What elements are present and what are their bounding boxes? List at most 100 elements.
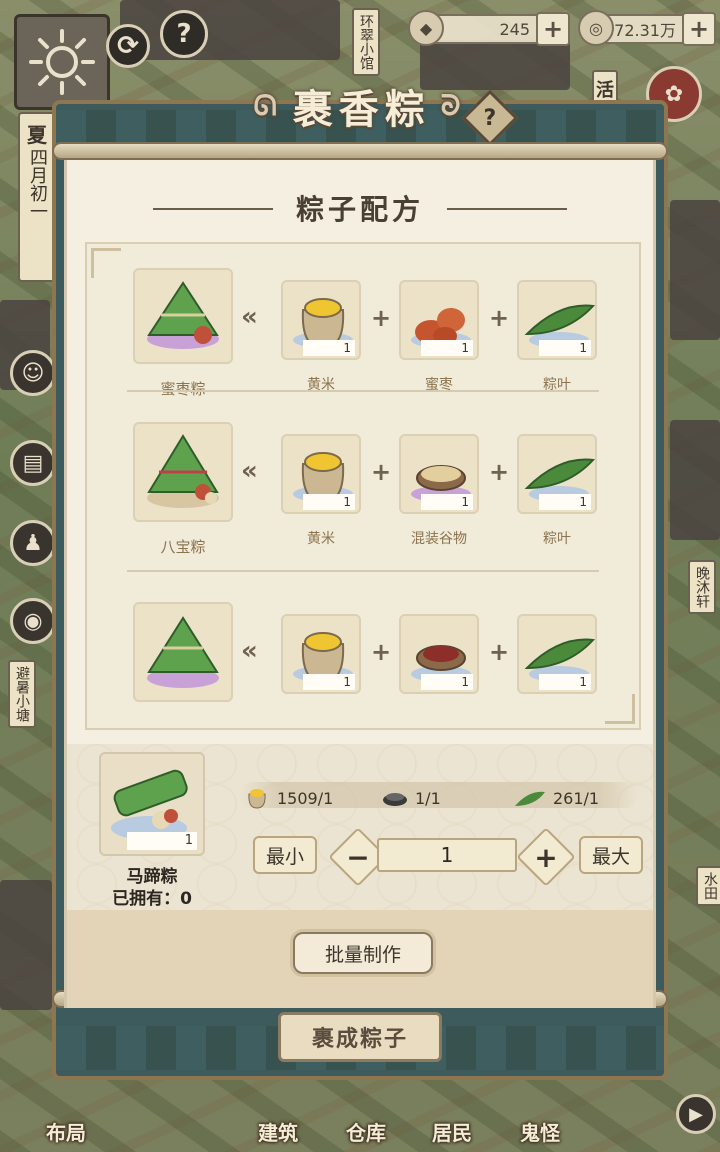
map-sign-right2: 水田 bbox=[696, 866, 720, 906]
recipe-row[interactable]: 蜜枣粽 « 1 黄米 + 1 蜜枣 + 1 粽叶 bbox=[87, 266, 639, 416]
material-value: 1/1 bbox=[415, 788, 441, 808]
scroll-icon: ▤ bbox=[22, 450, 44, 476]
leaf-icon bbox=[515, 791, 545, 806]
recipe-row[interactable]: 八宝粽 « 1 黄米 + 1 混装谷物 + 1 粽叶 bbox=[87, 420, 639, 570]
play-arrow-icon: ▶ bbox=[689, 1103, 703, 1125]
plus-icon: + bbox=[489, 458, 510, 486]
ingredient-slot[interactable]: 1 bbox=[399, 614, 479, 694]
roof bbox=[120, 0, 340, 60]
weather-button[interactable] bbox=[14, 14, 110, 110]
ingredient-count: 1 bbox=[539, 494, 591, 510]
plus-icon: + bbox=[534, 840, 558, 874]
ingredient-count: 1 bbox=[303, 494, 355, 510]
left-menu-button-3[interactable]: ♟ bbox=[10, 520, 56, 566]
add-silver-button[interactable]: + bbox=[536, 12, 570, 46]
batch-craft-button[interactable]: 批量制作 bbox=[293, 932, 433, 974]
minus-icon: − bbox=[346, 840, 370, 874]
season-date-panel: 夏 四月初一 bbox=[18, 112, 56, 282]
ingredient-count: 1 bbox=[303, 674, 355, 690]
material-value: 1509/1 bbox=[277, 788, 334, 808]
ingredient-slot[interactable]: 1 bbox=[281, 434, 361, 514]
silver-counter: ◆ 245 + bbox=[408, 10, 570, 46]
help-button[interactable]: ? bbox=[160, 10, 208, 58]
product-slot[interactable] bbox=[133, 422, 233, 522]
nav-layout[interactable]: 布局 bbox=[46, 1117, 86, 1146]
ingredient-slot[interactable]: 1 bbox=[399, 280, 479, 360]
material-item: 1509/1 bbox=[243, 784, 333, 812]
nav-ghosts[interactable]: 鬼怪 bbox=[520, 1117, 560, 1146]
recipe-paper: 粽子配方 蜜枣粽 « 1 黄米 + 1 蜜枣 + 1 粽叶 八宝粽 « 1 黄米… bbox=[64, 160, 656, 1008]
plus-icon: + bbox=[371, 304, 392, 332]
increase-quantity-button[interactable]: + bbox=[516, 827, 576, 887]
roof bbox=[670, 200, 720, 340]
scroll-rod-top bbox=[52, 142, 668, 160]
character-icon: ☺ bbox=[21, 360, 45, 386]
map-sign-left: 避暑小塘 bbox=[8, 660, 36, 728]
ingredient-slot[interactable]: 1 bbox=[399, 434, 479, 514]
stone-pot-icon bbox=[383, 793, 407, 806]
material-value: 261/1 bbox=[553, 788, 600, 808]
date-label: 四月初一 bbox=[27, 148, 48, 220]
min-quantity-button[interactable]: 最小 bbox=[253, 836, 317, 874]
nav-residents[interactable]: 居民 bbox=[432, 1117, 472, 1146]
material-item: 1/1 bbox=[381, 784, 441, 812]
zongzi-plain-icon bbox=[147, 616, 219, 688]
ingredient-count: 1 bbox=[539, 674, 591, 690]
recipe-row[interactable]: « 1 + 1 + 1 bbox=[87, 600, 639, 728]
quantity-input[interactable]: 1 bbox=[377, 838, 517, 872]
silver-value: 245 bbox=[499, 19, 530, 39]
section-title: 粽子配方 bbox=[67, 188, 653, 228]
plus-icon: + bbox=[371, 458, 392, 486]
wrap-zongzi-button[interactable]: 裹成粽子 bbox=[278, 1012, 442, 1062]
modal-footer: 批量制作 bbox=[67, 910, 653, 1008]
ingredient-name: 黄米 bbox=[307, 531, 335, 547]
refresh-button[interactable]: ⟳ bbox=[106, 24, 150, 68]
ingredient-name: 粽叶 bbox=[543, 531, 571, 547]
roof bbox=[0, 880, 52, 1010]
question-icon: ? bbox=[483, 105, 497, 131]
product-name: 八宝粽 bbox=[160, 538, 206, 556]
modal-title: 裹香粽 bbox=[292, 86, 431, 133]
ingredient-count: 1 bbox=[303, 340, 355, 356]
roof bbox=[670, 420, 720, 540]
product-slot[interactable] bbox=[133, 268, 233, 364]
ingredient-slot[interactable]: 1 bbox=[517, 434, 597, 514]
zongzi-eight-treasure-icon bbox=[147, 434, 219, 508]
event-icon: ✿ bbox=[664, 81, 684, 107]
ingredient-slot[interactable]: 1 bbox=[517, 280, 597, 360]
ingredient-slot[interactable]: 1 bbox=[517, 614, 597, 694]
ingredient-count: 1 bbox=[421, 674, 473, 690]
season-label: 夏 bbox=[27, 123, 47, 147]
ingredient-count: 1 bbox=[421, 494, 473, 510]
recipe-list[interactable]: 蜜枣粽 « 1 黄米 + 1 蜜枣 + 1 粽叶 八宝粽 « 1 黄米 + 1 … bbox=[85, 242, 641, 730]
product-count: 1 bbox=[127, 832, 197, 850]
sun-icon bbox=[29, 29, 95, 95]
add-coins-button[interactable]: + bbox=[682, 12, 716, 46]
ingredient-count: 1 bbox=[539, 340, 591, 356]
owned-count: 已拥有：0 bbox=[112, 889, 192, 909]
nav-build[interactable]: 建筑 bbox=[258, 1117, 298, 1146]
product-name: 蜜枣粽 bbox=[160, 380, 206, 398]
question-icon: ? bbox=[176, 19, 192, 49]
refresh-icon: ⟳ bbox=[117, 31, 139, 61]
map-sign-right1: 晚沐轩 bbox=[688, 560, 716, 614]
craft-panel: 1 马蹄粽 已拥有：0 1509/1 1/1 261/1 最小 − 1 + 最大 bbox=[67, 744, 653, 910]
arrow-left-icon: « bbox=[241, 636, 258, 666]
expand-menu-button[interactable]: ▶ bbox=[676, 1094, 716, 1134]
left-menu-button-1[interactable]: ☺ bbox=[10, 350, 56, 396]
bottom-nav: 布局 建筑 仓库 居民 鬼怪 ▶ bbox=[0, 1080, 720, 1152]
left-menu-button-2[interactable]: ▤ bbox=[10, 440, 56, 486]
silver-ingot-icon: ◆ bbox=[408, 10, 444, 46]
product-slot[interactable] bbox=[133, 602, 233, 702]
max-quantity-button[interactable]: 最大 bbox=[579, 836, 643, 874]
camera-button[interactable]: ◉ bbox=[10, 598, 56, 644]
ingredient-slot[interactable]: 1 bbox=[281, 280, 361, 360]
nav-storage[interactable]: 仓库 bbox=[346, 1117, 386, 1146]
swirl-left-icon: ᘏ bbox=[253, 89, 283, 122]
figure-icon: ♟ bbox=[23, 530, 43, 556]
plus-icon: + bbox=[489, 638, 510, 666]
arrow-left-icon: « bbox=[241, 456, 258, 486]
ingredient-slot[interactable]: 1 bbox=[281, 614, 361, 694]
rice-sack-icon bbox=[248, 789, 266, 809]
ingredient-name: 混装谷物 bbox=[411, 531, 467, 547]
